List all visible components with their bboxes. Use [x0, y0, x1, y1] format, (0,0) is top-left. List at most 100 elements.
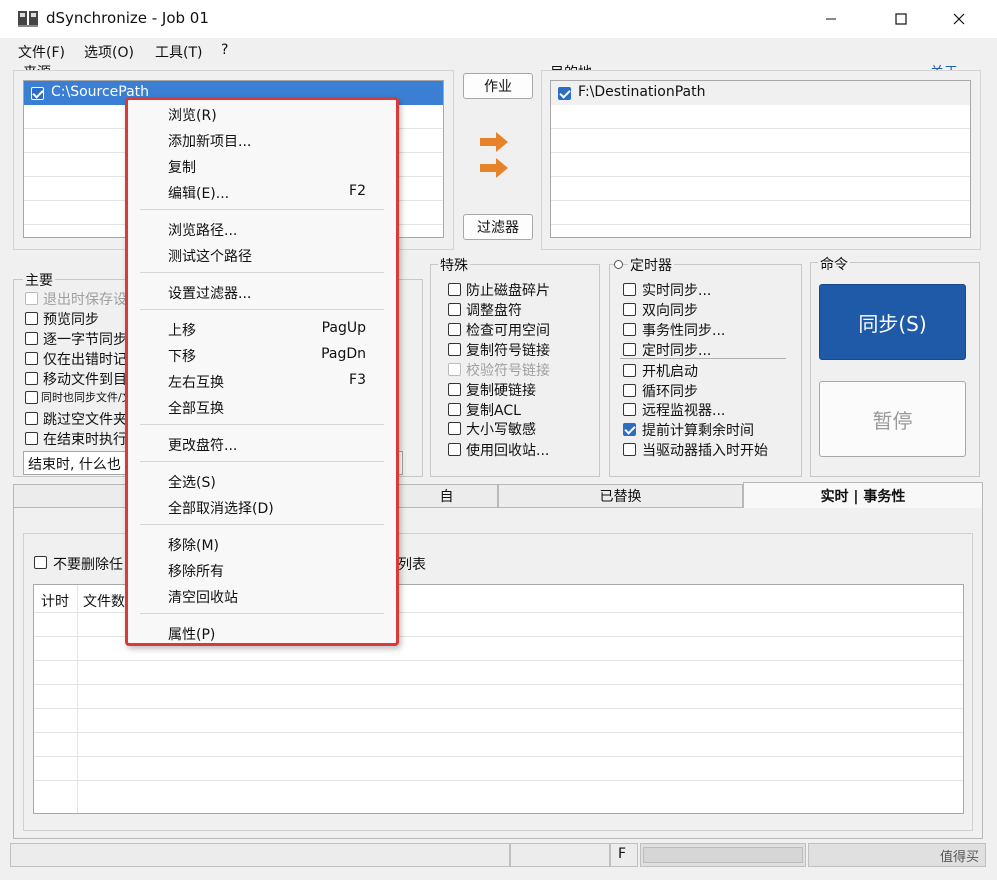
main-option-label-1: 预览同步 — [43, 312, 99, 328]
tab-realtime-label: 实时 | 事务性 — [820, 488, 906, 505]
special-option-checkbox-7[interactable] — [448, 422, 461, 435]
context-item-change-drive[interactable]: 更改盘符... — [168, 435, 237, 455]
timer-option-checkbox-6[interactable] — [623, 403, 636, 416]
timer-radio-icon[interactable] — [614, 260, 623, 269]
timer-option-checkbox-3[interactable] — [623, 343, 636, 356]
context-separator — [140, 272, 384, 273]
timer-option-checkbox-2[interactable] — [623, 323, 636, 336]
source-row-checkbox[interactable] — [31, 87, 44, 100]
context-item-swap[interactable]: 左右互换 — [168, 372, 224, 392]
context-item-properties[interactable]: 属性(P) — [168, 624, 215, 644]
main-option-label-0: 退出时保存设 — [43, 292, 127, 308]
context-item-edit[interactable]: 编辑(E)... — [168, 183, 229, 203]
special-option-checkbox-3[interactable] — [448, 343, 461, 356]
timer-option-label-3: 定时同步... — [642, 343, 712, 359]
context-shortcut-swap: F3 — [349, 372, 366, 388]
app-icon — [18, 10, 38, 28]
timer-option-checkbox-1[interactable] — [623, 303, 636, 316]
maximize-button[interactable] — [878, 0, 924, 38]
context-item-browse[interactable]: 浏览(R) — [168, 105, 217, 125]
context-item-browse-path[interactable]: 浏览路径... — [168, 220, 237, 240]
context-item-select-all[interactable]: 全选(S) — [168, 472, 216, 492]
log-column-files[interactable]: 文件数 — [83, 591, 125, 611]
timer-option-label-5: 循环同步 — [642, 384, 698, 400]
sync-button[interactable]: 同步(S) — [819, 284, 966, 360]
timer-options-label: 定时器 — [628, 255, 674, 275]
context-item-add-new[interactable]: 添加新项目... — [168, 131, 251, 151]
context-item-move-down[interactable]: 下移 — [168, 346, 196, 366]
timer-option-checkbox-4[interactable] — [623, 364, 636, 377]
special-option-checkbox-2[interactable] — [448, 323, 461, 336]
status-drive: F — [618, 846, 627, 862]
special-option-checkbox-4[interactable] — [448, 363, 461, 376]
context-item-set-filter[interactable]: 设置过滤器... — [168, 283, 251, 303]
log-list-suffix: 列表 — [398, 557, 426, 573]
timer-option-label-7: 提前计算剩余时间 — [642, 423, 754, 439]
no-delete-checkbox[interactable] — [34, 556, 47, 569]
timer-option-checkbox-7[interactable] — [623, 423, 636, 436]
main-option-checkbox-5[interactable] — [25, 391, 38, 404]
main-option-checkbox-0[interactable] — [25, 292, 38, 305]
context-item-test-path[interactable]: 测试这个路径 — [168, 246, 252, 266]
special-option-checkbox-1[interactable] — [448, 303, 461, 316]
special-option-label-7: 大小写敏感 — [466, 422, 536, 438]
menu-tools[interactable]: 工具(T) — [155, 42, 202, 62]
context-item-empty-recycle[interactable]: 清空回收站 — [168, 587, 238, 607]
context-item-remove-all[interactable]: 移除所有 — [168, 561, 224, 581]
context-item-deselect-all[interactable]: 全部取消选择(D) — [168, 498, 274, 518]
timer-option-label-1: 双向同步 — [642, 303, 698, 319]
main-option-label-3: 仅在出错时记 — [43, 352, 127, 368]
status-cell-main — [10, 843, 510, 867]
context-item-move-up[interactable]: 上移 — [168, 320, 196, 340]
destination-path: F:\DestinationPath — [578, 84, 706, 100]
main-option-checkbox-6[interactable] — [25, 412, 38, 425]
main-option-label-5: 同时也同步文件/文 — [41, 391, 133, 404]
menu-help[interactable]: ? — [221, 42, 228, 58]
main-option-checkbox-2[interactable] — [25, 332, 38, 345]
timer-option-label-8: 当驱动器插入时开始 — [642, 443, 768, 459]
context-item-copy[interactable]: 复制 — [168, 157, 196, 177]
timer-option-label-0: 实时同步... — [642, 283, 712, 299]
log-column-time[interactable]: 计时 — [41, 591, 69, 611]
tab-realtime-transactional[interactable]: 实时 | 事务性 — [743, 482, 983, 508]
context-separator — [140, 613, 384, 614]
main-option-label-7: 在结束时执行 — [43, 432, 127, 448]
context-shortcut-move-up: PagUp — [321, 320, 366, 336]
main-option-checkbox-7[interactable] — [25, 432, 38, 445]
destination-list[interactable]: F:\DestinationPath — [550, 80, 971, 238]
context-item-remove[interactable]: 移除(M) — [168, 535, 219, 555]
filter-button[interactable]: 过滤器 — [463, 214, 533, 240]
timer-option-checkbox-5[interactable] — [623, 384, 636, 397]
context-separator — [140, 524, 384, 525]
tab-replaced[interactable]: 已替换 — [498, 484, 743, 508]
main-option-checkbox-3[interactable] — [25, 352, 38, 365]
main-option-checkbox-1[interactable] — [25, 312, 38, 325]
close-button[interactable] — [936, 0, 982, 38]
context-separator — [140, 461, 384, 462]
tab-replaced-label: 已替换 — [599, 489, 642, 505]
timer-option-checkbox-8[interactable] — [623, 443, 636, 456]
context-separator — [140, 209, 384, 210]
menu-options[interactable]: 选项(O) — [84, 42, 134, 62]
destination-row-checkbox[interactable] — [558, 87, 571, 100]
context-item-swap-all[interactable]: 全部互换 — [168, 398, 224, 418]
timer-option-label-2: 事务性同步... — [642, 323, 726, 339]
window-title: dSynchronize - Job 01 — [46, 9, 209, 27]
special-option-checkbox-8[interactable] — [448, 443, 461, 456]
special-option-label-0: 防止磁盘碎片 — [466, 283, 550, 299]
context-separator — [140, 309, 384, 310]
timer-option-label-6: 远程监视器... — [642, 403, 726, 419]
special-option-checkbox-6[interactable] — [448, 403, 461, 416]
menu-file[interactable]: 文件(F) — [18, 42, 65, 62]
minimize-button[interactable] — [808, 0, 854, 38]
special-option-checkbox-0[interactable] — [448, 283, 461, 296]
timer-option-checkbox-0[interactable] — [623, 283, 636, 296]
special-option-label-8: 使用回收站... — [466, 443, 550, 459]
timer-separator — [620, 358, 786, 359]
main-option-checkbox-4[interactable] — [25, 372, 38, 385]
pause-button[interactable]: 暂停 — [819, 381, 966, 457]
main-option-label-2: 逐一字节同步 — [43, 332, 127, 348]
special-option-checkbox-5[interactable] — [448, 383, 461, 396]
context-menu: 浏览(R) 添加新项目... 复制 编辑(E)... F2 浏览路径... 测试… — [125, 97, 399, 646]
job-button[interactable]: 作业 — [463, 73, 533, 99]
